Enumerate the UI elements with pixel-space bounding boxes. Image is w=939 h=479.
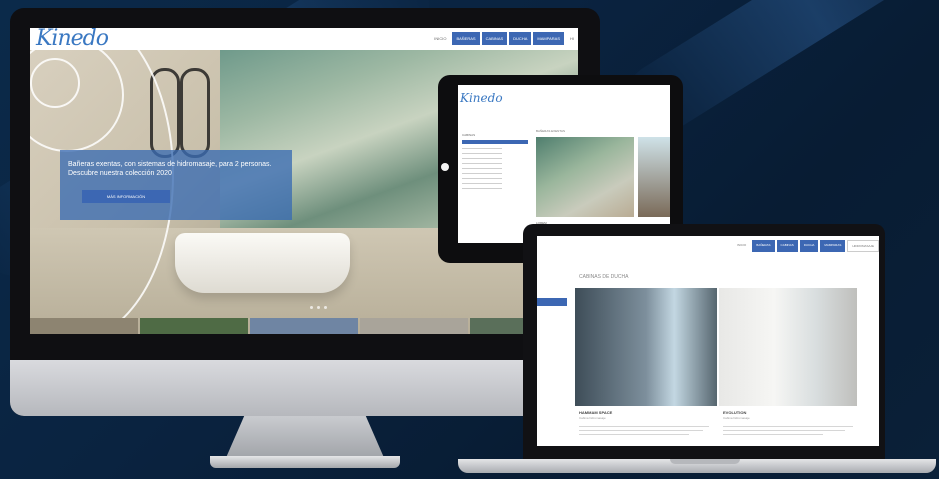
tablet-sidebar-item[interactable] [462, 173, 502, 174]
laptop-nav-cabinas[interactable]: CABINAS [776, 240, 798, 252]
tablet-sidebar-item[interactable] [462, 188, 502, 189]
tablet-sidebar-item[interactable] [462, 168, 502, 169]
desktop-navbar: Kinedo INICIO BAÑERAS CABINAS DUCHA MAMP… [30, 28, 578, 51]
thumbnail-strip [30, 318, 578, 334]
tablet-home-button[interactable] [441, 163, 449, 171]
tablet-sidebar: CABINAS [462, 133, 528, 193]
tablet-sidebar-item[interactable] [462, 153, 502, 154]
product-name[interactable]: EVOLUTION [723, 410, 746, 415]
desktop-monitor-foot [210, 456, 400, 468]
nav-item-hidromasaje[interactable]: HI [566, 32, 578, 45]
desktop-monitor-chin [10, 360, 600, 416]
nav-item-baneras[interactable]: BAÑERAS [452, 32, 480, 45]
nav-item-ducha[interactable]: DUCHA [509, 32, 532, 45]
product-subtitle: Cabina hidromasaje [723, 416, 750, 420]
product-description-line [723, 430, 845, 431]
bathtub-image [175, 233, 350, 293]
product-description-line [723, 426, 853, 427]
product-card[interactable] [719, 288, 857, 408]
carousel-dot[interactable] [324, 306, 327, 309]
carousel-dot[interactable] [317, 306, 320, 309]
laptop-sidebar-tab[interactable] [537, 298, 567, 306]
kinedo-logo[interactable]: Kinedo [36, 28, 109, 51]
mirror-image [180, 68, 210, 158]
tablet-product-image[interactable] [638, 137, 670, 217]
nav-item-inicio[interactable]: INICIO [430, 32, 450, 45]
laptop-nav-menu: INICIO BAÑERAS CABINAS DUCHA MAMPARAS HI… [733, 240, 879, 252]
desktop-monitor-stand [225, 416, 385, 460]
laptop-section-title: CABINAS DE DUCHA [579, 274, 629, 280]
tablet-product-image[interactable] [536, 137, 634, 217]
laptop-nav-inicio[interactable]: INICIO [733, 240, 750, 252]
tablet-sidebar-item[interactable] [462, 148, 502, 149]
tablet-kinedo-logo[interactable]: Kinedo [460, 91, 503, 105]
product-description-line [579, 430, 703, 431]
tablet-sidebar-active-item[interactable] [462, 140, 528, 144]
thumbnail-image[interactable] [140, 318, 248, 334]
thumbnail-image[interactable] [250, 318, 358, 334]
product-image-shower-cabin [719, 288, 857, 406]
tablet-sidebar-header: CABINAS [462, 133, 476, 137]
laptop-trackpad-notch [670, 459, 740, 464]
product-description-line [723, 434, 823, 435]
more-info-button[interactable]: MÁS INFORMACIÓN [82, 190, 170, 203]
laptop-nav-ducha[interactable]: DUCHA [799, 240, 819, 252]
tablet-screen: Kinedo CABINAS BAÑERAS EXENTAS LOREM [458, 85, 670, 243]
thumbnail-image[interactable] [30, 318, 138, 334]
thumbnail-image[interactable] [360, 318, 468, 334]
tablet-sidebar-item[interactable] [462, 163, 502, 164]
laptop-nav-hidromasaje[interactable]: HIDROMASAJE [847, 240, 879, 252]
tablet-section-title: BAÑERAS EXENTAS [536, 129, 565, 133]
tablet-sidebar-item[interactable] [462, 183, 502, 184]
nav-item-cabinas[interactable]: CABINAS [481, 32, 508, 45]
product-image-shower-cabin [575, 288, 717, 406]
product-description-line [579, 434, 689, 435]
product-card[interactable] [575, 288, 717, 408]
product-name[interactable]: HAMMAM SPACE [579, 410, 612, 415]
carousel-dot[interactable] [310, 306, 313, 309]
hero-caption-text: Bañeras exentas, con sistemas de hidroma… [68, 161, 272, 177]
tablet-sidebar-item[interactable] [462, 158, 502, 159]
laptop-nav-baneras[interactable]: BAÑERAS [752, 240, 775, 252]
nav-item-mamparas[interactable]: MAMPARAS [533, 32, 564, 45]
hero-caption-box: Bañeras exentas, con sistemas de hidroma… [60, 150, 292, 220]
laptop-screen: INICIO BAÑERAS CABINAS DUCHA MAMPARAS HI… [537, 236, 879, 446]
product-description-line [579, 426, 709, 427]
laptop-nav-mamparas[interactable]: MAMPARAS [820, 240, 846, 252]
carousel-dots [310, 306, 327, 309]
tablet-sidebar-item[interactable] [462, 178, 502, 179]
product-subtitle: Cabina hidromasaje [579, 416, 606, 420]
desktop-nav-menu: INICIO BAÑERAS CABINAS DUCHA MAMPARAS HI [430, 32, 578, 45]
